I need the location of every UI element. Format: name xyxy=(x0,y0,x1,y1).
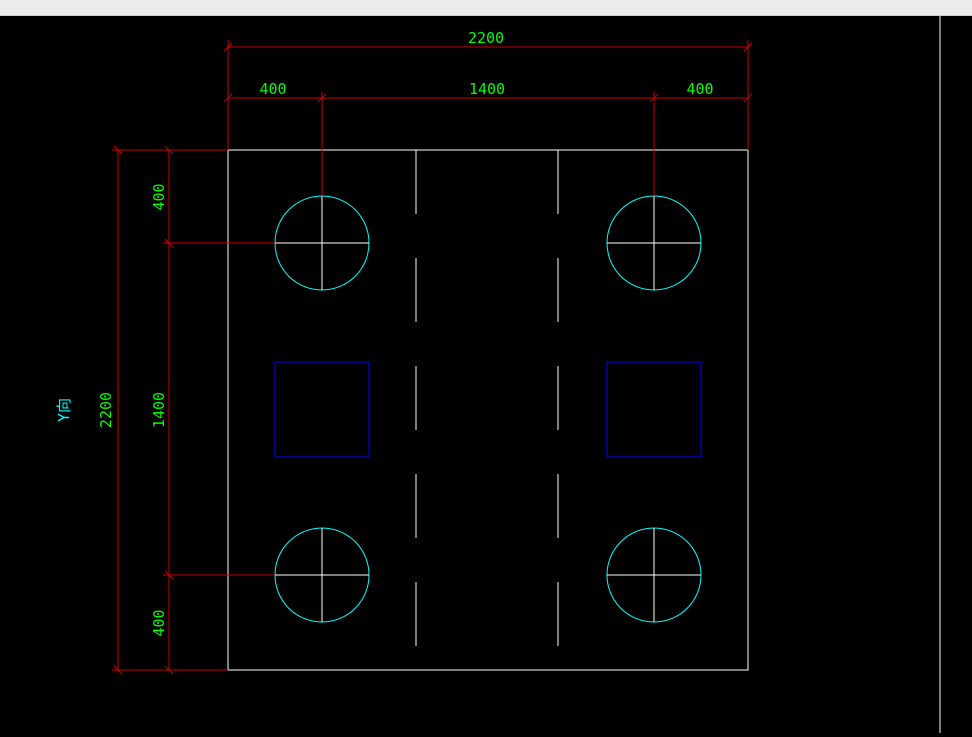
pile-cap-outline xyxy=(227,149,749,671)
dim-top-right: 400 xyxy=(686,80,713,98)
dim-left-top: 400 xyxy=(150,183,168,210)
pile-cap-plan-drawing: 2200 400 1400 400 2200 400 1400 400 Y向 xyxy=(55,16,941,733)
cad-drawing-canvas[interactable]: 2200 400 1400 400 2200 400 1400 400 Y向 xyxy=(0,16,972,733)
dim-top-overall: 2200 xyxy=(468,29,504,47)
dim-left-middle: 1400 xyxy=(150,392,168,428)
axis-label-y: Y向 xyxy=(55,398,73,422)
column-right xyxy=(606,361,702,458)
column-left xyxy=(274,361,370,458)
pile-top-left xyxy=(274,195,370,291)
dim-top-middle: 1400 xyxy=(469,80,505,98)
dim-left-overall: 2200 xyxy=(97,392,115,428)
left-dimension-lines xyxy=(112,145,275,675)
pile-bottom-right xyxy=(606,527,702,623)
dim-left-bottom: 400 xyxy=(150,609,168,636)
top-dimension-lines xyxy=(223,40,753,196)
dim-top-left: 400 xyxy=(259,80,286,98)
window-title-bar xyxy=(0,0,972,16)
pile-bottom-left xyxy=(274,527,370,623)
pile-top-right xyxy=(606,195,702,291)
